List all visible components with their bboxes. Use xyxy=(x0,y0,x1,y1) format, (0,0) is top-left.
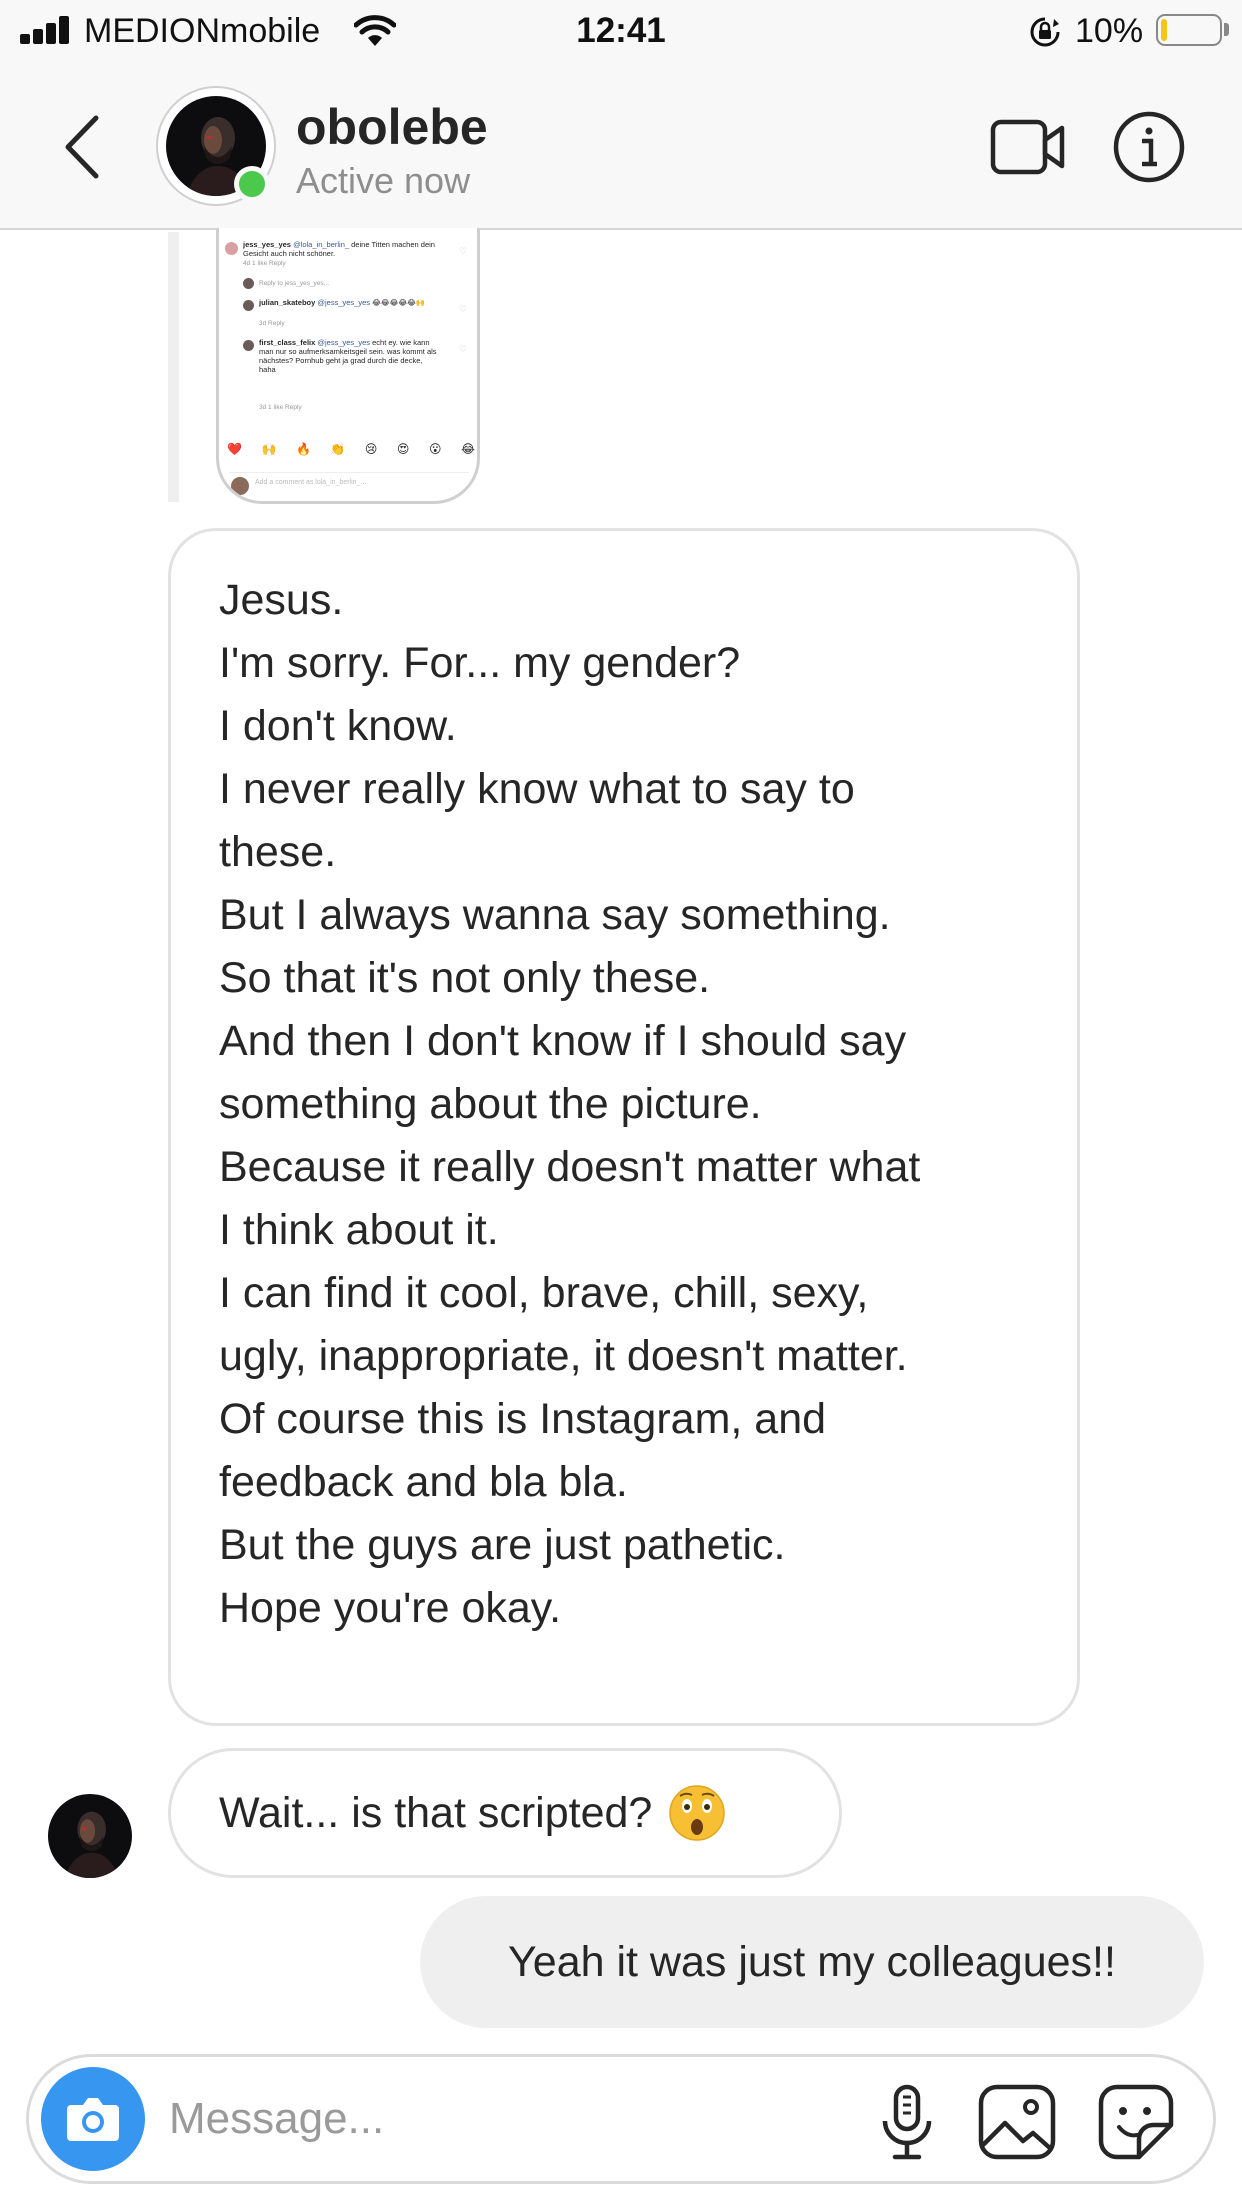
message-line: Hope you're okay. xyxy=(219,1584,562,1632)
reaction-emoji[interactable]: 😂 xyxy=(461,442,475,456)
received-message-bubble[interactable]: Wait... is that scripted? xyxy=(168,1748,842,1878)
message-line: I don't know. xyxy=(219,702,457,750)
quick-reactions-bar: ❤️ 🙌 🔥 👏 😢 😍 😮 😂 xyxy=(227,442,475,456)
reaction-emoji[interactable]: 🔥 xyxy=(296,442,311,456)
message-line: I'm sorry. For... my gender? xyxy=(219,639,741,687)
post-comment-field[interactable]: Add a comment as lola_in_berlin_... xyxy=(229,472,469,495)
active-status-text: Active now xyxy=(296,160,471,201)
comment-avatar xyxy=(243,278,254,289)
comment-avatar xyxy=(243,300,254,311)
sent-message-bubble[interactable]: Yeah it was just my colleagues!! xyxy=(420,1896,1204,2028)
battery-icon xyxy=(1156,14,1222,46)
reaction-emoji[interactable]: 😮 xyxy=(429,442,442,456)
heart-icon[interactable]: ♡ xyxy=(459,344,467,355)
message-input[interactable] xyxy=(169,2087,769,2151)
battery-percent: 10% xyxy=(1075,12,1144,50)
message-line: Because it really doesn't matter what xyxy=(219,1143,921,1191)
back-chevron-icon[interactable] xyxy=(56,112,110,182)
comment-3-meta: 3d 1 like Reply xyxy=(259,404,302,411)
sticker-icon[interactable] xyxy=(1097,2083,1175,2161)
rotation-lock-icon xyxy=(1030,17,1060,47)
message-line: these. xyxy=(219,828,337,876)
battery-level-fill xyxy=(1161,19,1167,41)
comment-placeholder: Add a comment as lola_in_berlin_... xyxy=(255,479,367,486)
reaction-emoji[interactable]: 😍 xyxy=(397,442,410,456)
avatar xyxy=(231,477,249,495)
message-line: ugly, inappropriate, it doesn't matter. xyxy=(219,1332,908,1380)
reaction-emoji[interactable]: 😢 xyxy=(365,442,378,456)
message-line: Jesus. xyxy=(219,576,344,624)
reply-hint: Reply to jess_yes_yes... xyxy=(259,280,330,287)
comment-2-meta: 3d Reply xyxy=(259,320,285,327)
message-text: Yeah it was just my colleagues!! xyxy=(508,1937,1116,1986)
reaction-emoji[interactable]: 🙌 xyxy=(261,442,276,456)
comment-1-meta: 4d 1 like Reply xyxy=(243,260,286,267)
message-line: I can find it cool, brave, chill, sexy, xyxy=(219,1269,869,1317)
chat-username[interactable]: obolebe xyxy=(296,98,488,156)
message-line: But I always wanna say something. xyxy=(219,891,891,939)
avatar-photo xyxy=(48,1794,132,1878)
shared-post-preview[interactable]: jess_yes_yes @lola_in_berlin_ deine Titt… xyxy=(216,228,480,504)
heart-icon[interactable]: ♡ xyxy=(459,304,467,315)
comment-1: jess_yes_yes @lola_in_berlin_ deine Titt… xyxy=(243,240,435,258)
chat-header: obolebe Active now xyxy=(0,62,1242,230)
astonished-face-icon xyxy=(669,1785,726,1841)
message-composer xyxy=(26,2054,1216,2184)
video-call-icon[interactable] xyxy=(990,114,1066,180)
reaction-emoji[interactable]: ❤️ xyxy=(227,442,242,456)
status-bar: MEDIONmobile 12:41 10% xyxy=(0,0,1242,62)
reaction-emoji[interactable]: 👏 xyxy=(330,442,345,456)
sender-avatar[interactable] xyxy=(48,1794,132,1878)
received-message-bubble[interactable]: Jesus. I'm sorry. For... my gender? I do… xyxy=(168,528,1080,1726)
message-line: Of course this is Instagram, and xyxy=(219,1395,827,1443)
message-line: I never really know what to say to xyxy=(219,765,855,813)
battery-cap xyxy=(1224,23,1229,36)
active-status-dot xyxy=(234,166,270,202)
camera-icon xyxy=(67,2098,119,2141)
comment-avatar xyxy=(243,340,254,351)
heart-icon[interactable]: ♡ xyxy=(459,246,467,257)
comment-3: first_class_felix @jess_yes_yes echt ey.… xyxy=(259,338,437,374)
info-icon[interactable] xyxy=(1112,110,1186,184)
message-line: So that it's not only these. xyxy=(219,954,711,1002)
message-line: But the guys are just pathetic. xyxy=(219,1521,786,1569)
message-line: I think about it. xyxy=(219,1206,499,1254)
comment-2: julian_skateboy @jess_yes_yes 😂😂😂😂😂🙌 xyxy=(259,298,426,307)
message-line: feedback and bla bla. xyxy=(219,1458,628,1506)
camera-button[interactable] xyxy=(41,2067,145,2171)
message-line: And then I don't know if I should say xyxy=(219,1017,907,1065)
reply-thread-line xyxy=(168,232,179,502)
message-line: something about the picture. xyxy=(219,1080,762,1128)
microphone-icon[interactable] xyxy=(877,2083,937,2161)
comment-avatar xyxy=(225,242,238,255)
message-text: Wait... is that scripted? xyxy=(219,1788,653,1837)
gallery-icon[interactable] xyxy=(977,2083,1057,2161)
